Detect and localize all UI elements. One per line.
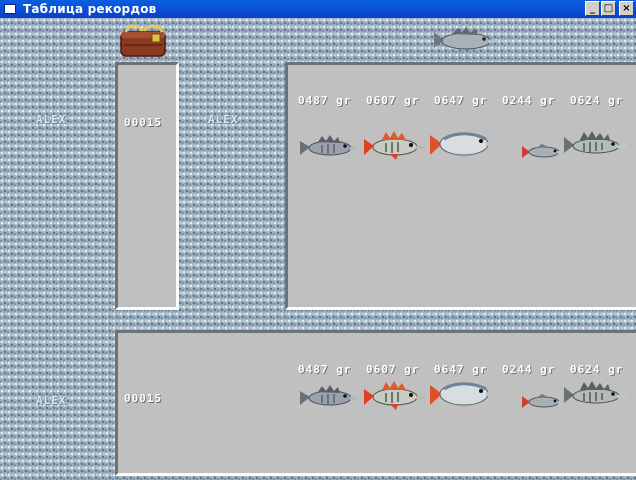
app-icon: [4, 4, 16, 14]
bream-fish-icon: [430, 382, 494, 406]
pike-perch-fish-icon: [564, 381, 628, 404]
record-1-name-right: ALEX: [208, 113, 239, 126]
score-panel: 00015: [115, 62, 179, 310]
bream-fish-icon: [430, 132, 494, 156]
red-perch-fish-icon: [364, 131, 426, 160]
maximize-button[interactable]: □: [601, 1, 616, 16]
minimize-button[interactable]: _: [585, 1, 600, 16]
weight-label: 0244 gr: [502, 363, 556, 376]
weight-label: 0244 gr: [502, 94, 556, 107]
close-button[interactable]: ×: [619, 1, 634, 16]
red-perch-fish-icon: [364, 381, 426, 410]
record-1-name-left: ALEX: [36, 113, 67, 126]
weight-label: 0624 gr: [570, 94, 624, 107]
weight-label: 0607 gr: [366, 94, 420, 107]
perch-fish-icon: [300, 135, 358, 156]
pike-perch-fish-icon: [564, 131, 628, 154]
catch-panel: 0487 gr 0607 gr 0647 gr 0244 gr 0624 gr: [285, 62, 636, 310]
records-table: ALEX 00015 ALEX 0487 gr 0607 gr 0647 gr …: [0, 18, 636, 480]
window-controls: _ □ ×: [585, 1, 634, 16]
record-2-name: ALEX: [36, 394, 67, 407]
record-2-panel: 00015 0487 gr 0607 gr 0647 gr 0244 gr 06…: [115, 330, 636, 476]
window-titlebar[interactable]: Таблица рекордов _ □ ×: [0, 0, 636, 18]
perch-fish-icon: [300, 385, 358, 406]
window-title: Таблица рекордов: [23, 2, 157, 16]
roach-fish-icon: [522, 144, 564, 158]
weight-label: 0647 gr: [434, 94, 488, 107]
weight-label: 0647 gr: [434, 363, 488, 376]
record-1-score: 00015: [124, 116, 163, 129]
fish-header-icon: [434, 27, 500, 50]
weight-label: 0487 gr: [298, 94, 352, 107]
roach-fish-icon: [522, 394, 564, 408]
record-2-score: 00015: [124, 392, 163, 405]
weight-label: 0624 gr: [570, 363, 624, 376]
bag-icon: [120, 24, 166, 57]
weight-label: 0487 gr: [298, 363, 352, 376]
weight-label: 0607 gr: [366, 363, 420, 376]
